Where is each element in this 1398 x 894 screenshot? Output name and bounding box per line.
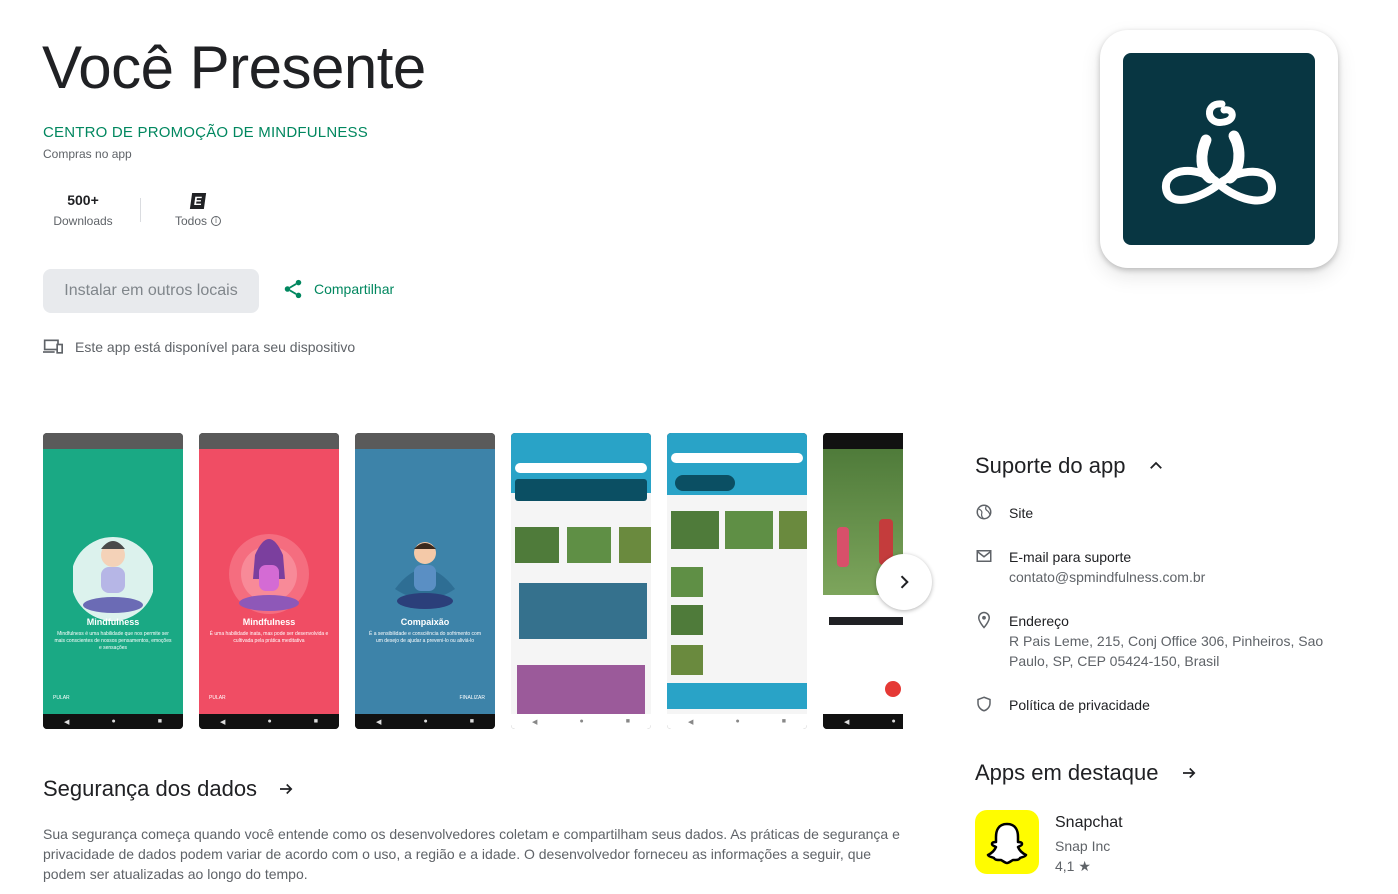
app-stats: 500+ Downloads E Todos i xyxy=(43,186,238,228)
screenshots-carousel[interactable]: Mindfulness Mindfulness é uma habilidade… xyxy=(43,433,903,729)
screenshot-title: Mindfulness xyxy=(86,617,140,627)
screenshot-text: É a sensibilidade e consciência do sofri… xyxy=(368,631,481,644)
skip-label: PULAR xyxy=(53,695,70,701)
screenshot-1[interactable]: Mindfulness Mindfulness é uma habilidade… xyxy=(43,433,183,729)
screenshot-3[interactable]: Compaixão É a sensibilidade e consciênci… xyxy=(355,433,495,729)
carousel-next-button[interactable] xyxy=(876,554,932,610)
screenshot-text: Mindfulness é uma habilidade que nos per… xyxy=(54,631,172,651)
finish-label: FINALIZAR xyxy=(459,695,485,701)
featured-app-name: Snapchat xyxy=(1055,814,1123,831)
support-email-link[interactable]: E-mail para suporte contato@spmindfulnes… xyxy=(975,547,1339,587)
data-safety-heading[interactable]: Segurança dos dados xyxy=(43,776,295,802)
downloads-stat: 500+ Downloads xyxy=(43,186,123,228)
meditating-man-illustration xyxy=(395,542,455,609)
rating-label: Todos xyxy=(174,214,208,228)
support-address-value: R Pais Leme, 215, Conj Office 306, Pinhe… xyxy=(1009,633,1324,669)
meditating-woman-illustration xyxy=(229,534,309,614)
support-heading[interactable]: Suporte do app xyxy=(975,453,1165,479)
devices-icon xyxy=(43,339,63,354)
screenshot-text: É uma habilidade inata, mas pode ser des… xyxy=(209,631,329,644)
featured-app-card[interactable]: Snapchat Snap Inc 4,1 ★ xyxy=(975,810,1123,876)
availability-text: Este app está disponível para seu dispos… xyxy=(75,339,356,355)
rating-e-icon: E xyxy=(189,193,207,209)
developer-link[interactable]: CENTRO DE PROMOÇÃO DE MINDFULNESS xyxy=(43,124,368,141)
share-label: Compartilhar xyxy=(314,281,395,297)
featured-app-rating: 4,1 ★ xyxy=(1055,858,1091,874)
app-icon-tile xyxy=(1123,53,1315,245)
stat-divider xyxy=(140,198,141,222)
support-privacy-link[interactable]: Política de privacidade xyxy=(975,695,1150,715)
info-icon[interactable]: i xyxy=(211,216,222,226)
location-pin-icon xyxy=(977,611,991,629)
install-button[interactable]: Instalar em outros locais xyxy=(43,269,259,313)
arrow-right-icon xyxy=(280,783,293,795)
availability-note: Este app está disponível para seu dispos… xyxy=(43,338,355,356)
app-icon xyxy=(1100,30,1338,268)
support-address[interactable]: Endereço R Pais Leme, 215, Conj Office 3… xyxy=(975,611,1339,671)
email-icon xyxy=(976,550,992,562)
data-safety-text: Sua segurança começa quando você entende… xyxy=(43,826,900,882)
snapchat-ghost-icon xyxy=(975,810,1039,874)
meditating-woman-illustration xyxy=(73,537,153,621)
shield-icon xyxy=(977,696,991,712)
downloads-value: 500+ xyxy=(67,192,99,208)
in-app-purchases-note: Compras no app xyxy=(43,147,132,161)
globe-icon xyxy=(976,504,992,520)
screenshot-5[interactable]: ◀ ● ■ xyxy=(667,433,807,729)
featured-app-company: Snap Inc xyxy=(1055,838,1111,854)
share-icon xyxy=(284,279,302,299)
meditation-figure-icon xyxy=(1162,100,1277,205)
support-email-value: contato@spmindfulness.com.br xyxy=(1009,569,1206,585)
screenshot-title: Mindfulness xyxy=(242,617,296,627)
featured-apps-heading[interactable]: Apps em destaque xyxy=(975,760,1198,786)
screenshot-4[interactable]: ◀ ● ■ xyxy=(511,433,651,729)
support-site-link[interactable]: Site xyxy=(975,503,1033,523)
app-title: Você Presente xyxy=(42,34,426,101)
screenshot-2[interactable]: Mindfulness É uma habilidade inata, mas … xyxy=(199,433,339,729)
screenshot-title: Compaixão xyxy=(400,617,450,627)
chevron-right-icon xyxy=(900,575,909,589)
downloads-label: Downloads xyxy=(53,214,113,228)
share-button[interactable]: Compartilhar xyxy=(282,278,394,300)
arrow-right-icon xyxy=(1183,767,1196,779)
content-rating-stat: E Todos i xyxy=(158,186,238,228)
chevron-up-icon xyxy=(1150,461,1163,469)
